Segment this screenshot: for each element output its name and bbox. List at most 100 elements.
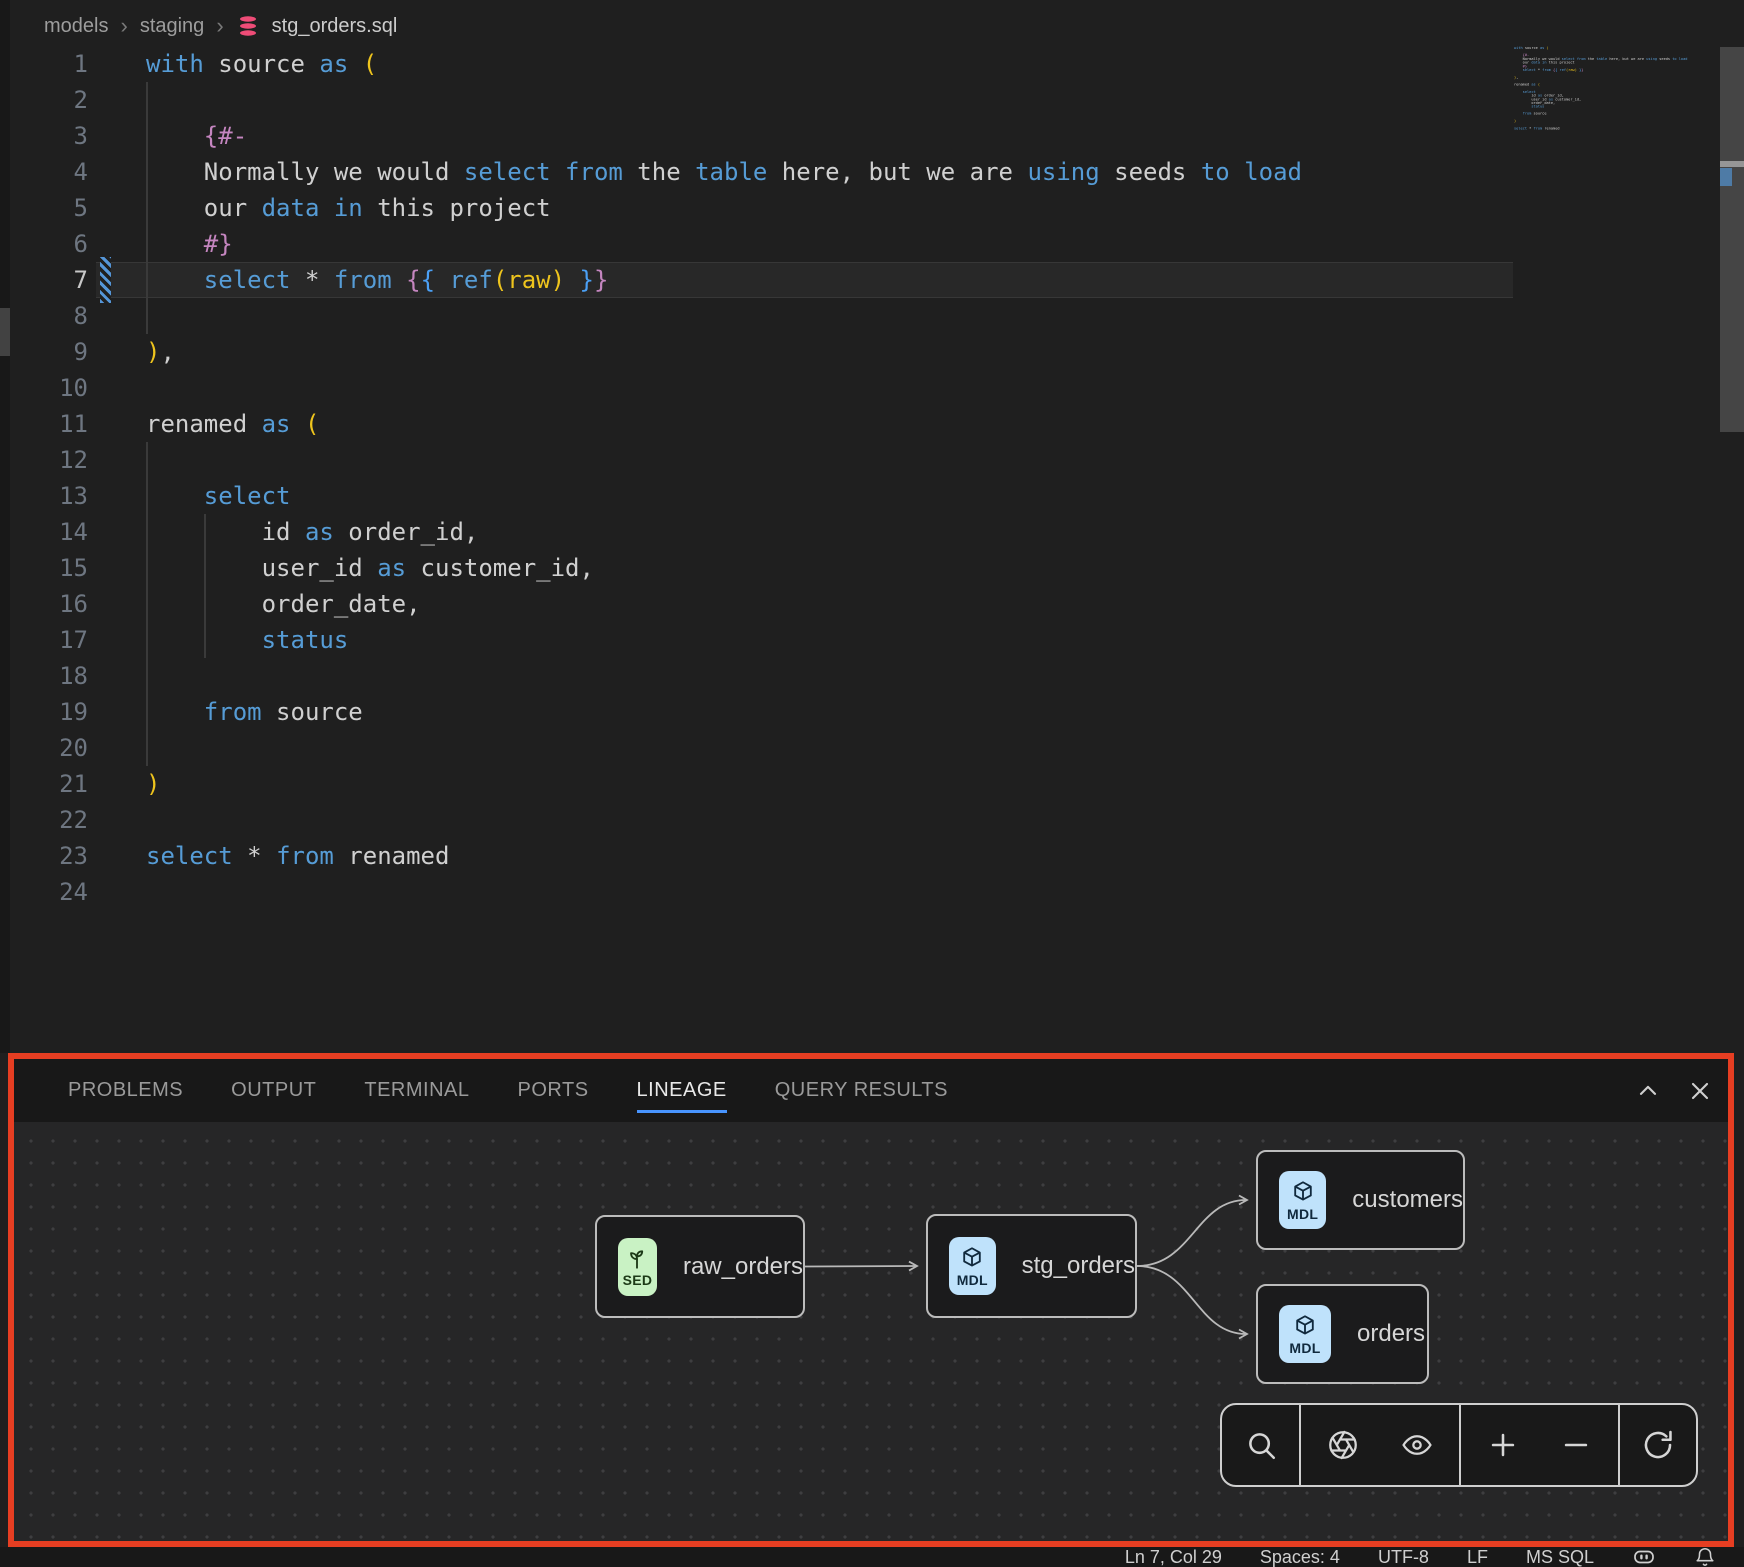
aperture-button[interactable] bbox=[1311, 1405, 1375, 1485]
status-ln-7-col-29[interactable]: Ln 7, Col 29 bbox=[1125, 1547, 1222, 1567]
code-line-23[interactable]: 23select * from renamed bbox=[0, 838, 1744, 874]
line-number: 16 bbox=[0, 586, 88, 622]
line-number: 2 bbox=[0, 82, 88, 118]
node-stg_orders[interactable]: MDLstg_orders bbox=[926, 1214, 1137, 1318]
tab-query-results[interactable]: QUERY RESULTS bbox=[775, 1059, 948, 1122]
line-number: 11 bbox=[0, 406, 88, 442]
code-line-16[interactable]: 16 order_date, bbox=[0, 586, 1744, 622]
tab-terminal[interactable]: TERMINAL bbox=[364, 1059, 469, 1122]
node-customers[interactable]: MDL customers bbox=[1256, 1150, 1465, 1250]
code-line-13[interactable]: 13 select bbox=[0, 478, 1744, 514]
sprout-icon bbox=[624, 1245, 650, 1271]
line-number: 4 bbox=[0, 154, 88, 190]
lineage-canvas[interactable]: SEDraw_ordersMDLstg_ordersMDLcustomersMD… bbox=[14, 1122, 1728, 1541]
breadcrumb-item-models[interactable]: models bbox=[44, 15, 108, 38]
zoom-out-button[interactable] bbox=[1544, 1405, 1608, 1485]
seed-badge: SED bbox=[618, 1238, 657, 1296]
git-modified-marker bbox=[100, 257, 111, 303]
code-line-2[interactable]: 2 bbox=[0, 82, 1744, 118]
status-utf-8[interactable]: UTF-8 bbox=[1378, 1547, 1429, 1567]
cube-icon bbox=[1292, 1313, 1318, 1339]
line-number: 1 bbox=[0, 46, 88, 82]
line-number: 24 bbox=[0, 874, 88, 910]
line-number: 20 bbox=[0, 730, 88, 766]
node-label: orders bbox=[1357, 1320, 1425, 1348]
code-lines: 1with source as (23 {#-4 Normally we wou… bbox=[0, 46, 1744, 910]
status-bar: Ln 7, Col 29 Spaces: 4 UTF-8 LF MS SQL bbox=[0, 1547, 1744, 1567]
tab-output[interactable]: OUTPUT bbox=[231, 1059, 316, 1122]
line-number: 10 bbox=[0, 370, 88, 406]
tab-lineage[interactable]: LINEAGE bbox=[637, 1059, 727, 1122]
node-orders[interactable]: MDLorders bbox=[1256, 1284, 1429, 1384]
status-spaces-4[interactable]: Spaces: 4 bbox=[1260, 1547, 1340, 1567]
code-line-18[interactable]: 18 bbox=[0, 658, 1744, 694]
code-line-17[interactable]: 17 status bbox=[0, 622, 1744, 658]
code-line-3[interactable]: 3 {#- bbox=[0, 118, 1744, 154]
code-line-4[interactable]: 4 Normally we would select from the tabl… bbox=[0, 154, 1744, 190]
close-panel-icon[interactable] bbox=[1686, 1077, 1714, 1105]
eye-button[interactable] bbox=[1385, 1405, 1449, 1485]
breadcrumb: models › staging › stg_orders.sql bbox=[44, 8, 397, 44]
code-line-9[interactable]: 9), bbox=[0, 334, 1744, 370]
line-number: 18 bbox=[0, 658, 88, 694]
bell-icon[interactable] bbox=[1694, 1545, 1716, 1567]
status-ms-sql[interactable]: MS SQL bbox=[1526, 1547, 1594, 1567]
line-number: 22 bbox=[0, 802, 88, 838]
toolbar-group-0 bbox=[1222, 1405, 1299, 1485]
model-badge: MDL bbox=[1279, 1171, 1326, 1229]
edge-stg_orders-to-customers bbox=[1137, 1200, 1246, 1266]
cube-icon bbox=[959, 1245, 985, 1271]
code-line-20[interactable]: 20 bbox=[0, 730, 1744, 766]
tab-ports[interactable]: PORTS bbox=[518, 1059, 589, 1122]
copilot-icon[interactable] bbox=[1632, 1545, 1656, 1567]
code-line-22[interactable]: 22 bbox=[0, 802, 1744, 838]
line-number: 9 bbox=[0, 334, 88, 370]
breadcrumb-item-staging[interactable]: staging bbox=[140, 15, 205, 38]
indent-guide bbox=[204, 514, 206, 658]
tab-problems[interactable]: PROBLEMS bbox=[68, 1059, 183, 1122]
search-button[interactable] bbox=[1229, 1405, 1293, 1485]
code-editor: models › staging › stg_orders.sql 1with … bbox=[0, 0, 1744, 1053]
code-line-12[interactable]: 12 bbox=[0, 442, 1744, 478]
line-number: 3 bbox=[0, 118, 88, 154]
code-line-21[interactable]: 21) bbox=[0, 766, 1744, 802]
panel-tab-bar: PROBLEMS OUTPUT TERMINAL PORTS LINEAGE QUERY … bbox=[14, 1059, 1728, 1122]
code-line-24[interactable]: 24 bbox=[0, 874, 1744, 910]
refresh-button[interactable] bbox=[1626, 1405, 1690, 1485]
line-number: 12 bbox=[0, 442, 88, 478]
breadcrumb-file[interactable]: stg_orders.sql bbox=[272, 15, 398, 38]
line-number: 6 bbox=[0, 226, 88, 262]
code-line-15[interactable]: 15 user_id as customer_id, bbox=[0, 550, 1744, 586]
line-number: 23 bbox=[0, 838, 88, 874]
status-lf[interactable]: LF bbox=[1467, 1547, 1488, 1567]
indent-guide bbox=[146, 82, 148, 334]
zoom-in-button[interactable] bbox=[1471, 1405, 1535, 1485]
code-line-1[interactable]: 1with source as ( bbox=[0, 46, 1744, 82]
code-line-10[interactable]: 10 bbox=[0, 370, 1744, 406]
code-line-19[interactable]: 19 from source bbox=[0, 694, 1744, 730]
lineage-toolbar bbox=[1220, 1403, 1698, 1487]
scrollbar-track[interactable] bbox=[1720, 47, 1744, 432]
code-line-14[interactable]: 14 id as order_id, bbox=[0, 514, 1744, 550]
toolbar-group-1 bbox=[1299, 1405, 1459, 1485]
code-line-6[interactable]: 6 #} bbox=[0, 226, 1744, 262]
minimap[interactable]: with source as ( {#- Normally we would s… bbox=[1514, 46, 1692, 146]
line-number: 15 bbox=[0, 550, 88, 586]
line-number: 19 bbox=[0, 694, 88, 730]
panel-actions bbox=[1634, 1059, 1714, 1122]
code-line-5[interactable]: 5 our data in this project bbox=[0, 190, 1744, 226]
node-label: customers bbox=[1352, 1186, 1463, 1214]
toolbar-group-2 bbox=[1459, 1405, 1618, 1485]
line-number: 21 bbox=[0, 766, 88, 802]
code-line-7[interactable]: 7 select * from {{ ref(raw) }} bbox=[0, 262, 1744, 298]
line-number: 5 bbox=[0, 190, 88, 226]
vscode-window: models › staging › stg_orders.sql 1with … bbox=[0, 0, 1744, 1567]
line-number: 8 bbox=[0, 298, 88, 334]
bottom-panel: PROBLEMS OUTPUT TERMINAL PORTS LINEAGE QUERY … bbox=[8, 1053, 1734, 1547]
node-raw_orders[interactable]: SEDraw_orders bbox=[595, 1215, 805, 1318]
maximize-panel-chevron-up-icon[interactable] bbox=[1634, 1077, 1662, 1105]
line-number: 17 bbox=[0, 622, 88, 658]
code-line-8[interactable]: 8 bbox=[0, 298, 1744, 334]
edge-raw_orders-to-stg_orders bbox=[805, 1266, 916, 1267]
code-line-11[interactable]: 11renamed as ( bbox=[0, 406, 1744, 442]
